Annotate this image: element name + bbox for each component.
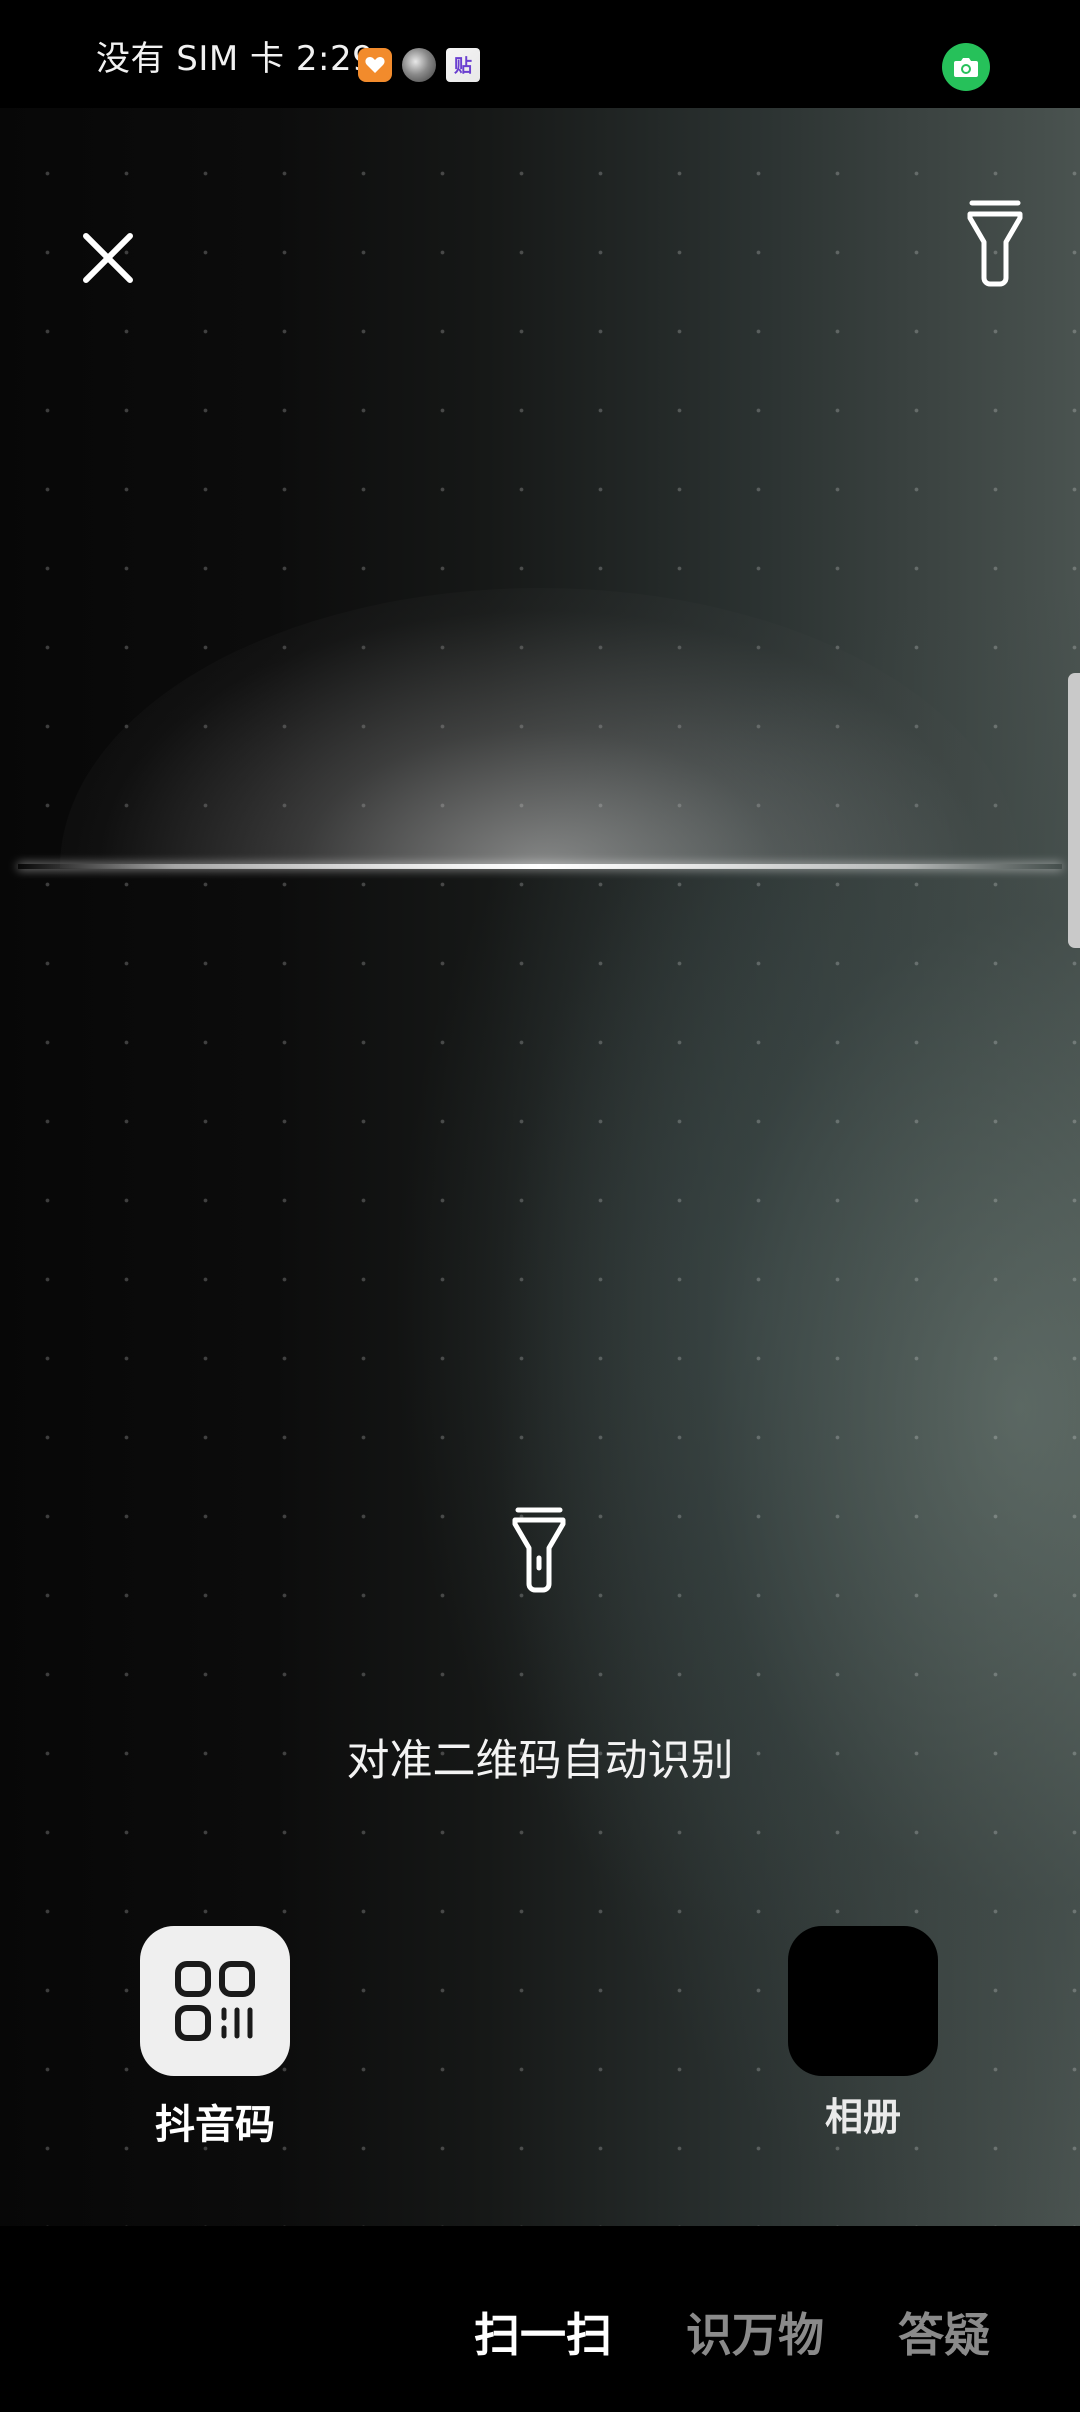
camera-preview	[0, 108, 1080, 2226]
status-carrier-time: 没有 SIM 卡 2:29	[96, 39, 375, 79]
close-button[interactable]	[72, 222, 144, 294]
tab-identify-objects[interactable]: 识万物	[686, 2312, 824, 2358]
tab-answer-questions[interactable]: 答疑	[898, 2312, 990, 2358]
flashlight-icon	[512, 1507, 566, 1593]
album-button[interactable]: 相册	[788, 1926, 938, 2141]
flashlight-button[interactable]	[962, 198, 1028, 288]
heart-badge-icon	[358, 48, 392, 82]
flashlight-icon	[967, 200, 1023, 287]
side-drawer-handle[interactable]	[1068, 673, 1080, 948]
scan-line	[18, 864, 1062, 869]
status-bar: 没有 SIM 卡 2:29 贴	[0, 0, 1080, 108]
qr-code-tile[interactable]	[140, 1926, 290, 2076]
douyin-code-button[interactable]: 抖音码	[140, 1926, 290, 2150]
mode-tab-bar: 扫一扫 识万物 答疑	[0, 2226, 1080, 2412]
tab-scan[interactable]: 扫一扫	[474, 2312, 612, 2358]
close-icon	[83, 233, 133, 283]
album-label: 相册	[824, 2095, 901, 2139]
center-flashlight-button[interactable]	[506, 1504, 572, 1594]
album-thumbnail[interactable]	[788, 1926, 938, 2076]
scan-dot-grid	[0, 108, 1080, 2226]
ball-app-icon	[402, 48, 436, 82]
status-notification-icons: 贴	[358, 48, 480, 82]
tile-app-icon: 贴	[446, 48, 480, 82]
douyin-code-label: 抖音码	[155, 2102, 275, 2148]
scan-hint: 对准二维码自动识别	[346, 1736, 734, 1786]
scanner-screen: 没有 SIM 卡 2:29 贴 对准二维码自动识别 抖音码 相册 扫一扫 识万物…	[0, 0, 1080, 2412]
qr-code-icon	[175, 1961, 255, 2041]
camera-in-use-icon	[942, 43, 990, 91]
